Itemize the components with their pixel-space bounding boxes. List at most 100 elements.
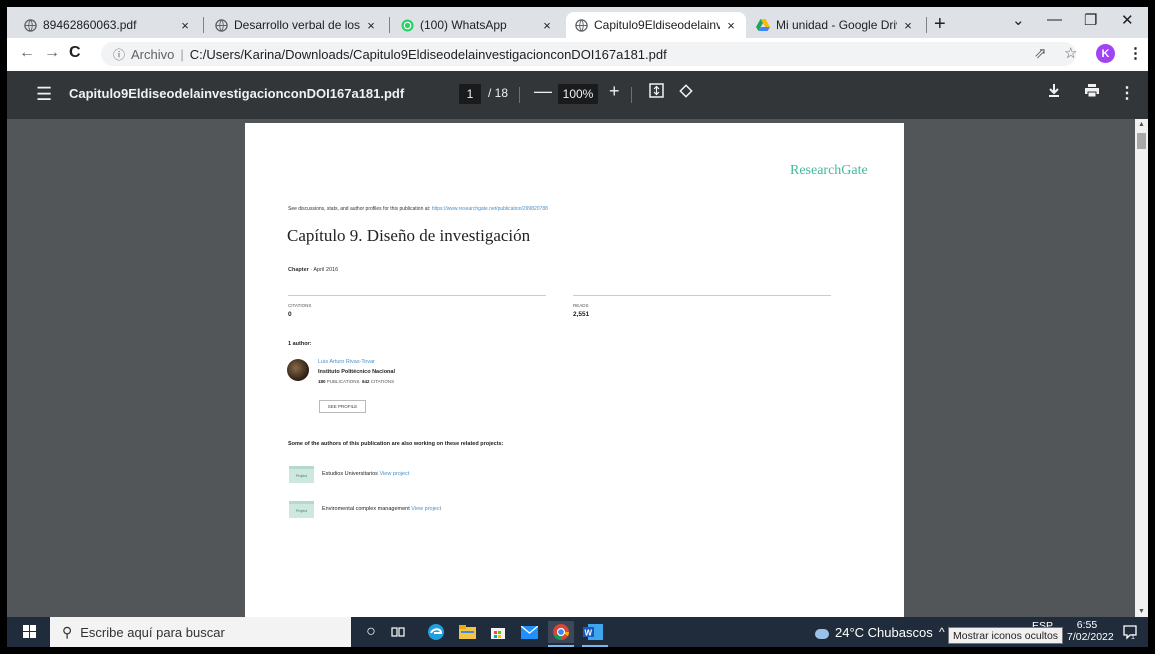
tab-whatsapp[interactable]: (100) WhatsApp × — [392, 12, 562, 38]
project-item: Project Estudios Universitarios View pro… — [289, 466, 549, 484]
print-icon[interactable] — [1084, 83, 1100, 103]
scroll-up-arrow-icon[interactable]: ▲ — [1138, 121, 1145, 128]
new-tab-button[interactable]: + — [934, 13, 946, 35]
view-project-link[interactable]: View project — [379, 471, 409, 477]
weather-text: 24°C Chubascos — [835, 625, 933, 640]
clock-date: 7/02/2022 — [1067, 631, 1114, 643]
back-arrow-icon[interactable]: ← — [19, 44, 35, 62]
hidden-icons-tooltip: Mostrar iconos ocultos — [948, 627, 1064, 644]
author-avatar[interactable] — [287, 359, 309, 381]
toolbar-separator — [519, 87, 520, 103]
see-profile-button[interactable]: SEE PROFILE — [319, 400, 366, 413]
info-icon[interactable]: ⓘ — [113, 46, 125, 63]
vertical-scrollbar[interactable]: ▲ ▼ — [1135, 119, 1148, 617]
tab-search-button[interactable]: ⌄ — [1012, 11, 1025, 29]
tab-close-button[interactable]: × — [540, 18, 554, 33]
tab-title: Capitulo9Eldiseodelainvestig — [594, 18, 720, 32]
document-title: Capítulo 9. Diseño de investigación — [287, 226, 531, 245]
notification-center-icon[interactable]: 1 — [1122, 624, 1138, 643]
reload-icon[interactable]: C — [69, 44, 81, 62]
chapter-date: · April 2016 — [308, 267, 339, 273]
tab-89462860063[interactable]: 89462860063.pdf × — [15, 12, 200, 38]
view-project-link[interactable]: View project — [411, 506, 441, 512]
browser-toolbar: ← → C ⓘ Archivo | C:/Users/Karina/Downlo… — [7, 38, 1148, 72]
publications-label: PUBLICATIONS — [326, 379, 360, 384]
zoom-out-button[interactable]: — — [534, 81, 552, 102]
author-institution: Instituto Politécnico Nacional — [318, 369, 396, 375]
page-number-input[interactable]: 1 — [459, 84, 481, 104]
page-total: / 18 — [488, 86, 509, 100]
address-bar[interactable]: ⓘ Archivo | C:/Users/Karina/Downloads/Ca… — [101, 42, 1076, 66]
forward-arrow-icon[interactable]: → — [44, 44, 60, 62]
profile-avatar[interactable]: K — [1096, 44, 1115, 63]
pdf-filename: Capitulo9EldiseodelainvestigacionconDOI1… — [69, 86, 405, 101]
tab-close-button[interactable]: × — [901, 18, 915, 33]
clock[interactable]: 6:55 7/02/2022 — [1067, 619, 1114, 643]
tab-capitulo9-active[interactable]: Capitulo9Eldiseodelainvestig × — [566, 12, 746, 38]
mail-icon[interactable] — [518, 621, 540, 643]
pdf-viewer[interactable]: ResearchGate See discussions, stats, and… — [7, 119, 1148, 617]
task-view-icon[interactable] — [387, 621, 409, 643]
divider — [573, 295, 831, 296]
minimize-button[interactable]: — — [1047, 11, 1062, 28]
project-item: Project Enviromental complex management … — [289, 501, 549, 519]
svg-text:W: W — [585, 629, 593, 638]
show-hidden-icons-chevron-icon[interactable]: ^ — [939, 625, 945, 639]
weather-widget[interactable]: 24°C Chubascos — [815, 625, 933, 640]
chapter-meta: Chapter · April 2016 — [288, 267, 338, 273]
tab-desarrollo-verbal[interactable]: Desarrollo verbal de los niños × — [206, 12, 386, 38]
kebab-menu-icon[interactable]: ⋮ — [1128, 44, 1143, 62]
download-icon[interactable] — [1047, 83, 1061, 103]
hamburger-menu-icon[interactable]: ☰ — [36, 84, 52, 105]
zoom-in-button[interactable]: + — [609, 81, 620, 102]
project-text: Estudios Universitarios View project — [322, 471, 409, 477]
tab-separator — [203, 17, 204, 33]
chrome-icon[interactable] — [548, 621, 574, 643]
tab-google-drive[interactable]: Mi unidad - Google Drive × — [748, 12, 923, 38]
share-icon[interactable]: ⇗ — [1034, 44, 1047, 62]
file-explorer-icon[interactable] — [456, 621, 478, 643]
windows-start-icon[interactable] — [23, 625, 37, 639]
pdf-toolbar: ☰ Capitulo9EldiseodelainvestigacionconDO… — [7, 71, 1148, 119]
publication-link[interactable]: https://www.researchgate.net/publication… — [432, 206, 548, 212]
tab-title: (100) WhatsApp — [420, 18, 507, 32]
cortana-icon[interactable]: ○ — [360, 621, 382, 643]
edge-icon[interactable] — [425, 621, 447, 643]
fit-page-icon[interactable] — [649, 83, 664, 103]
restore-button[interactable]: ❐ — [1084, 11, 1097, 29]
pdf-more-icon[interactable]: ⋮ — [1119, 83, 1135, 103]
project-name: Estudios Universitarios — [322, 471, 378, 477]
author-citations-label: CITATIONS — [370, 379, 395, 384]
tab-close-button[interactable]: × — [364, 18, 378, 33]
bookmark-star-icon[interactable]: ☆ — [1064, 44, 1077, 62]
google-drive-icon — [756, 18, 770, 32]
tab-close-button[interactable]: × — [178, 18, 192, 33]
search-icon: ⚲ — [62, 623, 73, 640]
clock-time: 6:55 — [1076, 619, 1098, 631]
globe-icon — [574, 18, 588, 32]
rotate-icon[interactable] — [678, 83, 694, 104]
scrollbar-thumb[interactable] — [1137, 133, 1146, 149]
scroll-down-arrow-icon[interactable]: ▼ — [1138, 608, 1145, 615]
store-icon[interactable] — [487, 621, 509, 643]
tab-title: 89462860063.pdf — [43, 18, 137, 32]
discussion-text: See discussions, stats, and author profi… — [288, 206, 431, 212]
project-text: Enviromental complex management View pro… — [322, 506, 441, 512]
citations-label: CITATIONS — [288, 303, 312, 308]
reads-value: 2,551 — [573, 311, 590, 318]
zoom-input[interactable]: 100% — [558, 84, 598, 104]
file-label: Archivo — [131, 46, 175, 62]
toolbar-separator — [631, 87, 632, 103]
author-name-link[interactable]: Luis Arturo Rivas-Tovar — [318, 359, 375, 365]
project-folder-icon: Project — [289, 501, 314, 518]
weather-cloud-icon — [815, 628, 829, 639]
tab-title: Mi unidad - Google Drive — [776, 18, 897, 32]
tab-close-button[interactable]: × — [724, 18, 738, 33]
pdf-page: ResearchGate See discussions, stats, and… — [245, 123, 904, 617]
close-window-button[interactable]: ✕ — [1121, 11, 1134, 29]
word-icon[interactable]: W — [582, 621, 604, 643]
taskbar-search-box[interactable]: ⚲ Escribe aquí para buscar — [50, 617, 351, 647]
related-projects-heading: Some of the authors of this publication … — [288, 441, 504, 447]
project-folder-icon: Project — [289, 466, 314, 483]
tab-title: Desarrollo verbal de los niños — [234, 18, 360, 32]
